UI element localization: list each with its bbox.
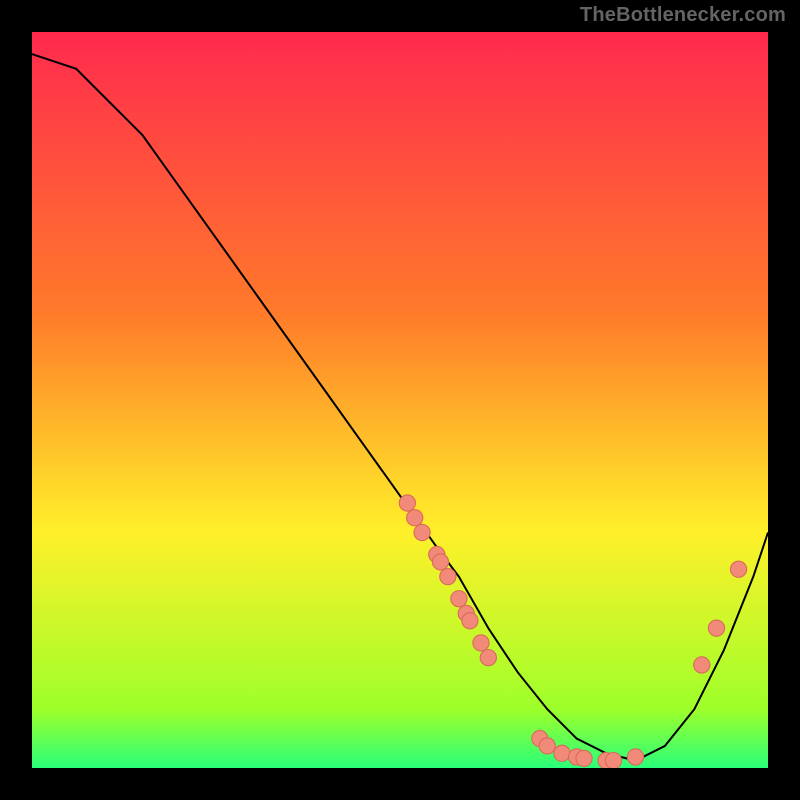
curve-marker	[432, 554, 448, 570]
curve-marker	[480, 650, 496, 666]
curve-marker	[539, 738, 555, 754]
curve-marker	[414, 524, 430, 540]
curve-marker	[451, 591, 467, 607]
curve-marker	[440, 569, 456, 585]
bottleneck-chart-svg	[32, 32, 768, 768]
plot-area	[32, 32, 768, 768]
curve-marker	[708, 620, 724, 636]
curve-marker	[730, 561, 746, 577]
curve-marker	[605, 753, 621, 768]
curve-marker	[399, 495, 415, 511]
curve-marker	[473, 635, 489, 651]
attribution-text: TheBottlenecker.com	[580, 4, 786, 27]
chart-frame: TheBottlenecker.com	[0, 0, 800, 800]
curve-marker	[627, 749, 643, 765]
curve-marker	[694, 657, 710, 673]
curve-marker	[554, 745, 570, 761]
gradient-background	[32, 32, 768, 768]
curve-marker	[407, 510, 423, 526]
curve-marker	[576, 750, 592, 766]
curve-marker	[462, 613, 478, 629]
